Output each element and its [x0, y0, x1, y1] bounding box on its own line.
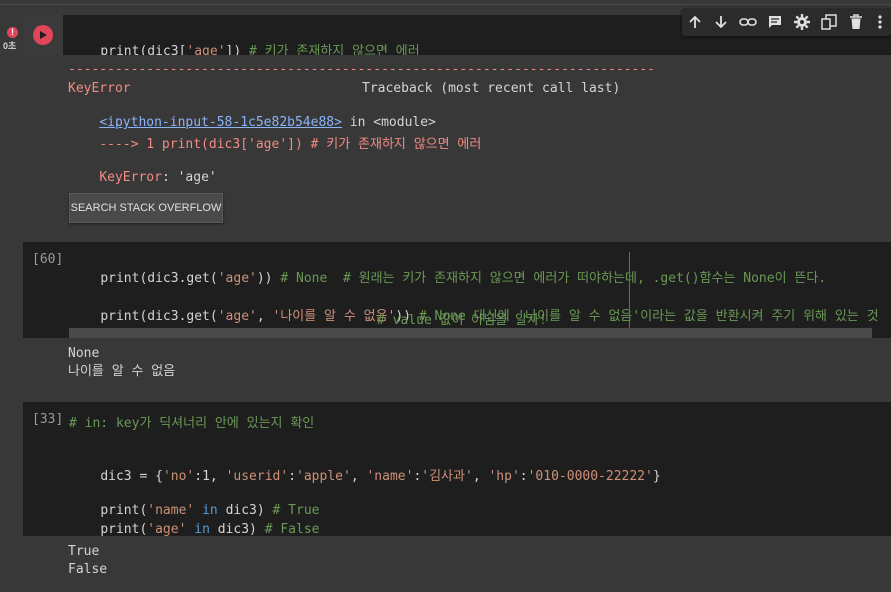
arrow-line-text: ----> 1 print(dic3['age']) # 키가 존재하지 않으면…: [99, 137, 482, 152]
output-line: True: [68, 544, 100, 559]
run-cell-button[interactable]: [23, 15, 63, 55]
code-cell-2[interactable]: [60] print(dic3.get('age')) # None # 원래는…: [23, 242, 891, 338]
play-icon: [33, 25, 53, 45]
execution-count: [60]: [32, 252, 64, 267]
code-line-1: # in: key가 딕셔너리 안에 있는지 확인: [69, 416, 315, 431]
more-vert-icon[interactable]: [870, 12, 890, 32]
error-name: KeyError: [68, 81, 131, 96]
mirror-cell-icon[interactable]: [819, 12, 839, 32]
traceback-label: Traceback (most recent call last): [362, 81, 621, 96]
execution-count: [33]: [32, 412, 64, 427]
arrow-up-icon[interactable]: [685, 12, 705, 32]
output-line: None: [68, 346, 100, 361]
output-line: 나이를 알 수 없음: [68, 364, 176, 379]
cell-3-output: True False: [68, 543, 107, 579]
output-line: False: [68, 562, 108, 577]
traceback-dashes: ----------------------------------------…: [68, 62, 655, 77]
arrow-down-icon[interactable]: [711, 12, 731, 32]
link-icon[interactable]: [738, 12, 758, 32]
cell-toolbar: [682, 8, 891, 36]
horizontal-scrollbar[interactable]: [69, 328, 872, 338]
search-stack-overflow-button[interactable]: SEARCH STACK OVERFLOW: [69, 193, 223, 223]
cursor-guide: [629, 252, 630, 338]
code-cell-3[interactable]: [33] # in: key가 딕셔너리 안에 있는지 확인 dic3 = {'…: [23, 402, 891, 537]
comment-icon[interactable]: [765, 12, 785, 32]
error-status-icon: !: [7, 27, 18, 38]
code-line-3: # value 값이 아님을 알자!: [377, 313, 547, 328]
top-divider: [0, 4, 891, 5]
gear-icon[interactable]: [792, 12, 812, 32]
cell-2-output: None 나이를 알 수 없음: [68, 345, 175, 381]
run-time-label: 0초: [3, 41, 17, 51]
trash-icon[interactable]: [846, 12, 866, 32]
